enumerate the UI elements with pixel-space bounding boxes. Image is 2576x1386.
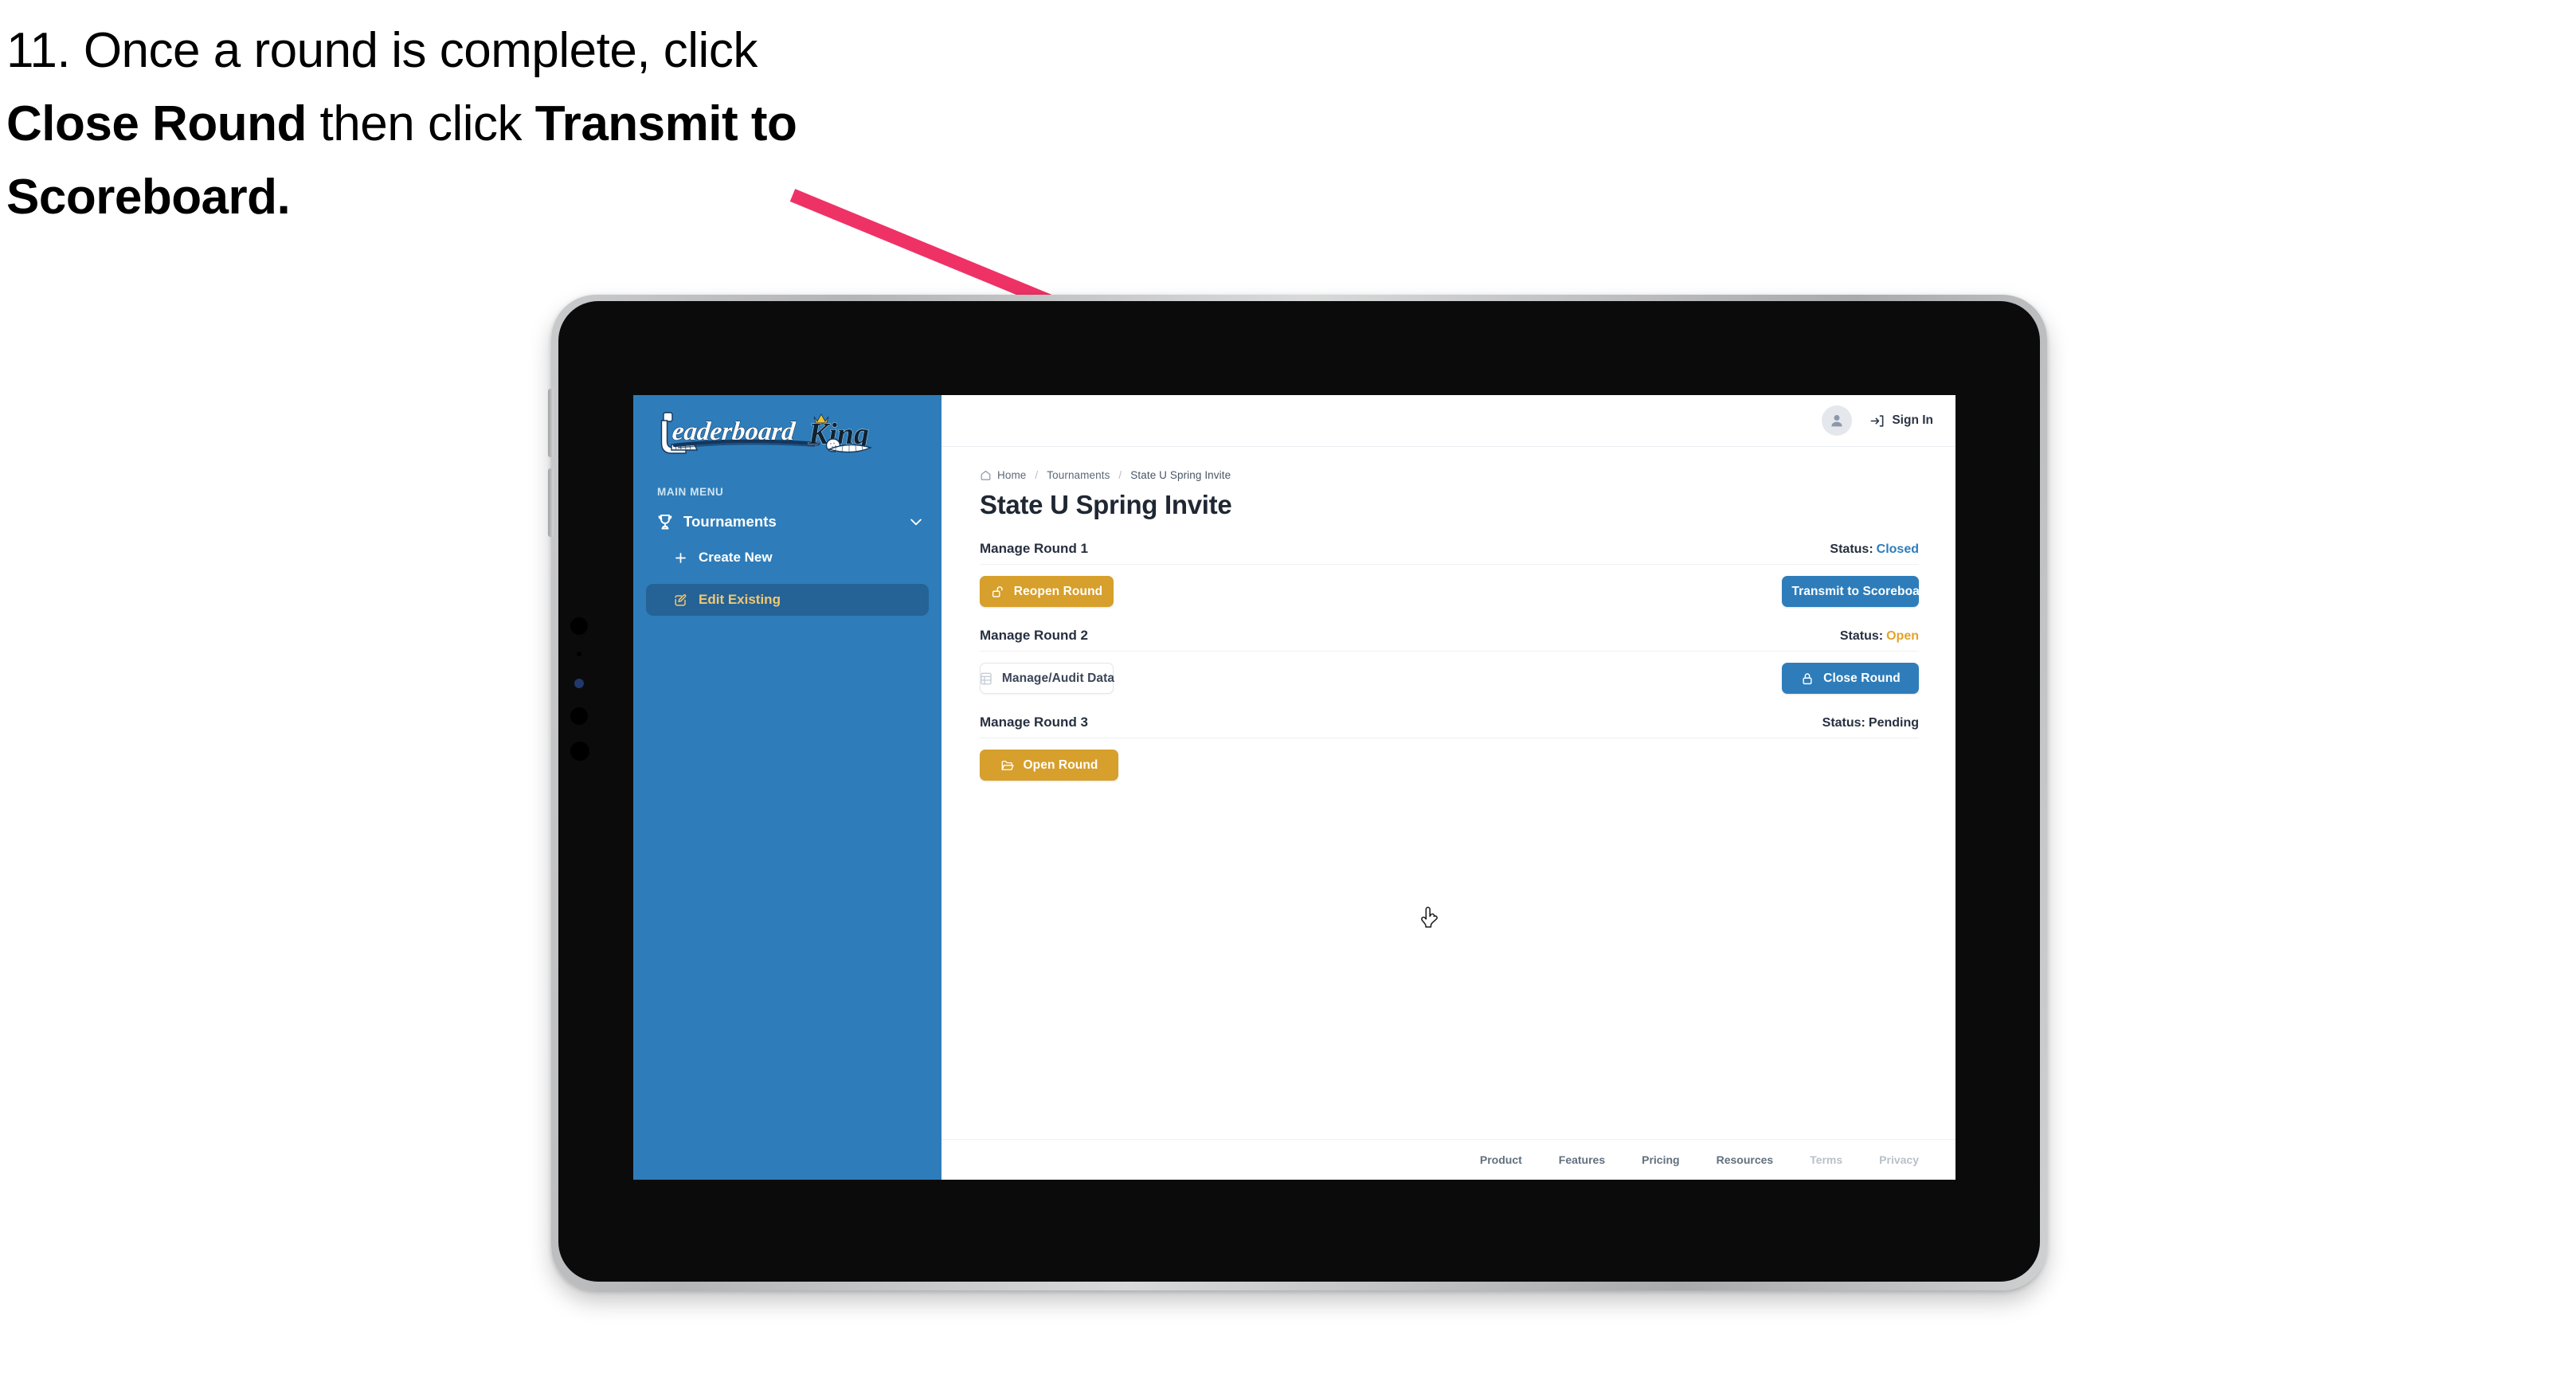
status-value-3: Pending bbox=[1868, 716, 1919, 730]
round-header-1: Manage Round 1 Status: Closed bbox=[980, 541, 1919, 565]
sidebar: eaderboard King MAIN MENU Tournaments Cr… bbox=[633, 395, 942, 1180]
transmit-to-scoreboard-button[interactable]: Transmit to Scoreboard bbox=[1769, 576, 1932, 607]
round-header-2: Manage Round 2 Status: Open bbox=[980, 628, 1919, 652]
sidebar-item-label-create-new: Create New bbox=[699, 550, 773, 565]
tablet-device-mockup: eaderboard King MAIN MENU Tournaments Cr… bbox=[548, 295, 2047, 1290]
sign-in-label: Sign In bbox=[1892, 413, 1933, 427]
instruction-number: 11. bbox=[6, 23, 71, 78]
breadcrumb-separator-2: / bbox=[1118, 469, 1122, 481]
breadcrumb-item-current: State U Spring Invite bbox=[1130, 469, 1231, 481]
round-block-3: Manage Round 3 Status: Pending Open Round bbox=[980, 715, 1919, 781]
lock-icon bbox=[1803, 672, 1812, 684]
tablet-sensor-dot bbox=[577, 652, 581, 656]
user-avatar-icon bbox=[1831, 415, 1842, 427]
tablet-indicator-dot bbox=[574, 679, 584, 688]
transmit-to-scoreboard-label: Transmit to Scoreboard bbox=[1791, 584, 1932, 598]
manage-audit-data-button[interactable]: Manage/Audit Data bbox=[980, 663, 1114, 694]
content-area: Sign In Home / Tournaments / State U Spr… bbox=[942, 395, 1955, 1180]
open-round-label: Open Round bbox=[1023, 758, 1098, 772]
sidebar-item-edit-existing[interactable]: Edit Existing bbox=[646, 584, 929, 616]
footer-link-pricing[interactable]: Pricing bbox=[1642, 1153, 1679, 1166]
instruction-bold-close-round: Close Round bbox=[6, 96, 307, 151]
round-actions-3: Open Round bbox=[980, 750, 1919, 781]
manage-audit-data-label: Manage/Audit Data bbox=[1001, 671, 1115, 685]
footer-link-product[interactable]: Product bbox=[1480, 1153, 1522, 1166]
page-title: State U Spring Invite bbox=[980, 490, 1232, 519]
sign-in-arrow-icon bbox=[1870, 414, 1884, 427]
sidebar-item-create-new[interactable]: Create New bbox=[646, 542, 929, 574]
close-round-button[interactable]: Close Round bbox=[1782, 663, 1919, 694]
tablet-side-button-top bbox=[548, 389, 554, 457]
instruction-text-2: then click bbox=[306, 96, 535, 151]
leaderboard-king-logo-icon: eaderboard King bbox=[660, 412, 873, 454]
chevron-down-icon[interactable] bbox=[908, 514, 924, 530]
round-actions-2: Manage/Audit Data Close Round bbox=[980, 663, 1919, 694]
paper-plane-icon bbox=[1769, 585, 1782, 597]
reopen-round-label: Reopen Round bbox=[1013, 584, 1103, 598]
status-label-2: Status: bbox=[1839, 629, 1884, 643]
round-name-1: Manage Round 1 bbox=[980, 541, 1089, 556]
footer-link-terms[interactable]: Terms bbox=[1810, 1153, 1842, 1166]
footer-link-features[interactable]: Features bbox=[1559, 1153, 1605, 1166]
tablet-camera-dot-3 bbox=[570, 742, 589, 761]
reopen-round-button[interactable]: Reopen Round bbox=[980, 576, 1114, 607]
tablet-camera-dot-2 bbox=[570, 707, 588, 725]
tablet-camera-dot-1 bbox=[570, 617, 588, 635]
footer-link-privacy[interactable]: Privacy bbox=[1879, 1153, 1919, 1166]
unlock-icon bbox=[992, 585, 1003, 597]
app-logo[interactable]: eaderboard King bbox=[633, 395, 942, 472]
trophy-icon bbox=[658, 515, 672, 530]
status-value-1: Closed bbox=[1876, 542, 1919, 556]
status-value-2: Open bbox=[1886, 629, 1919, 643]
round-actions-1: Reopen Round Transmit to Scoreboard bbox=[980, 576, 1932, 607]
breadcrumb: Home / Tournaments / State U Spring Invi… bbox=[980, 469, 1919, 481]
footer-link-resources[interactable]: Resources bbox=[1717, 1153, 1774, 1166]
status-badge-2: Status: Open bbox=[1840, 629, 1919, 644]
open-round-button[interactable]: Open Round bbox=[980, 750, 1118, 781]
breadcrumb-item-home[interactable]: Home bbox=[997, 469, 1026, 481]
round-block-2: Manage Round 2 Status: Open Manage/Audit … bbox=[980, 628, 1919, 694]
breadcrumb-separator-1: / bbox=[1035, 469, 1039, 481]
status-label-3: Status: bbox=[1822, 716, 1865, 730]
round-header-3: Manage Round 3 Status: Pending bbox=[980, 715, 1919, 738]
breadcrumb-item-tournaments[interactable]: Tournaments bbox=[1047, 469, 1110, 481]
sidebar-section-label: MAIN MENU bbox=[657, 486, 724, 498]
footer: Product Features Pricing Resources Terms… bbox=[942, 1139, 1955, 1180]
home-icon bbox=[981, 470, 991, 480]
instruction-caption: 11. Once a round is complete, click Clos… bbox=[6, 14, 851, 233]
pencil-square-icon bbox=[675, 593, 687, 606]
round-name-2: Manage Round 2 bbox=[980, 628, 1089, 643]
sidebar-group-tournaments[interactable]: Tournaments bbox=[656, 512, 924, 531]
tablet-side-button-bottom bbox=[548, 468, 554, 537]
sidebar-item-label-edit-existing: Edit Existing bbox=[699, 592, 781, 607]
avatar[interactable] bbox=[1822, 405, 1853, 436]
round-block-1: Manage Round 1 Status: Closed Reopen Roun… bbox=[980, 541, 1932, 607]
sign-in-button[interactable]: Sign In bbox=[1869, 413, 1933, 429]
status-badge-3: Status: Pending bbox=[1822, 716, 1919, 730]
table-grid-icon bbox=[981, 672, 992, 684]
folder-open-icon bbox=[1001, 760, 1014, 770]
top-bar: Sign In bbox=[942, 395, 1955, 447]
close-round-label: Close Round bbox=[1823, 671, 1901, 685]
sidebar-group-label: Tournaments bbox=[683, 513, 777, 530]
instruction-text-1: Once a round is complete, click bbox=[83, 23, 758, 78]
status-label-1: Status: bbox=[1830, 542, 1873, 556]
main-panel: Home / Tournaments / State U Spring Invi… bbox=[942, 447, 1955, 1139]
app-screen: eaderboard King MAIN MENU Tournaments Cr… bbox=[633, 395, 1955, 1180]
status-badge-1: Status: Closed bbox=[1830, 542, 1919, 557]
round-name-3: Manage Round 3 bbox=[980, 715, 1089, 730]
plus-icon bbox=[675, 552, 686, 563]
